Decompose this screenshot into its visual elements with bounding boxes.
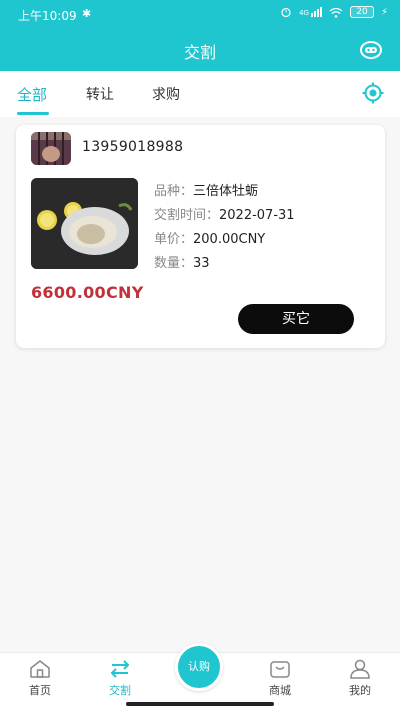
locate-icon[interactable] (362, 82, 384, 104)
nav-home-label: 首页 (29, 684, 51, 697)
battery-icon: 20 (349, 6, 374, 18)
subscribe-button[interactable]: 认购 (175, 643, 223, 691)
nav-shop-label: 商城 (269, 684, 291, 697)
nav-home[interactable]: 首页 (10, 659, 70, 698)
quantity-value: 33 (193, 256, 210, 271)
total-price: 6600.00CNY (31, 283, 144, 302)
nav-delivery[interactable]: 交割 (90, 659, 150, 698)
nav-profile-label: 我的 (349, 684, 371, 697)
tab-all[interactable]: 全部 (17, 84, 47, 105)
status-icons: 4G 20 ⚡ (280, 6, 388, 18)
product-image[interactable] (31, 178, 138, 269)
page-title: 交割 (183, 43, 216, 62)
delivery-date-label: 交割时间： (154, 208, 220, 223)
delivery-date-value: 2022-07-31 (219, 208, 295, 223)
home-indicator[interactable] (126, 702, 274, 706)
wifi-icon (329, 7, 343, 18)
swap-arrows-icon (110, 660, 130, 678)
home-icon (30, 660, 50, 678)
nav-profile[interactable]: 我的 (330, 659, 390, 698)
tab-purchase-request[interactable]: 求购 (152, 84, 180, 104)
buy-button[interactable]: 买它 (238, 304, 354, 334)
delivery-date-row: 交割时间：2022-07-31 (154, 204, 295, 223)
variety-value: 三倍体牡蛎 (193, 184, 259, 199)
unit-price-row: 单价：200.00CNY (154, 228, 265, 247)
unit-price-value: 200.00CNY (193, 232, 266, 247)
oyster-image (31, 178, 138, 269)
quantity-label: 数量： (154, 256, 194, 271)
unit-price-label: 单价： (154, 232, 194, 247)
variety-row: 品种：三倍体牡蛎 (154, 180, 258, 199)
seller-phone: 13959018988 (82, 139, 184, 155)
signal-label: 4G (299, 9, 309, 17)
nav-bar: 交割 (0, 28, 400, 71)
signal-icon: 4G (299, 7, 322, 17)
customer-service-icon[interactable] (358, 38, 384, 62)
seller-avatar[interactable] (31, 132, 71, 165)
tab-transfer[interactable]: 转让 (86, 84, 114, 104)
alarm-icon (281, 7, 291, 18)
tab-bar: 全部 转让 求购 (0, 71, 400, 117)
nav-delivery-label: 交割 (109, 684, 131, 697)
bluetooth-icon: ✱ (82, 7, 92, 20)
listing-card[interactable]: 13959018988 品种：三倍体牡蛎 交割时间：2022-07-31 单价：… (16, 125, 385, 348)
status-bar: 上午10:09 ✱ 4G 20 ⚡ (0, 0, 400, 28)
charging-icon: ⚡ (380, 6, 388, 18)
active-tab-indicator (17, 112, 49, 115)
profile-icon (350, 659, 370, 679)
variety-label: 品种： (154, 184, 194, 199)
nav-shop[interactable]: 商城 (250, 659, 310, 698)
avatar-image (31, 132, 71, 165)
status-time: 上午10:09 (18, 9, 77, 23)
shop-icon (270, 661, 290, 678)
quantity-row: 数量：33 (154, 252, 210, 271)
